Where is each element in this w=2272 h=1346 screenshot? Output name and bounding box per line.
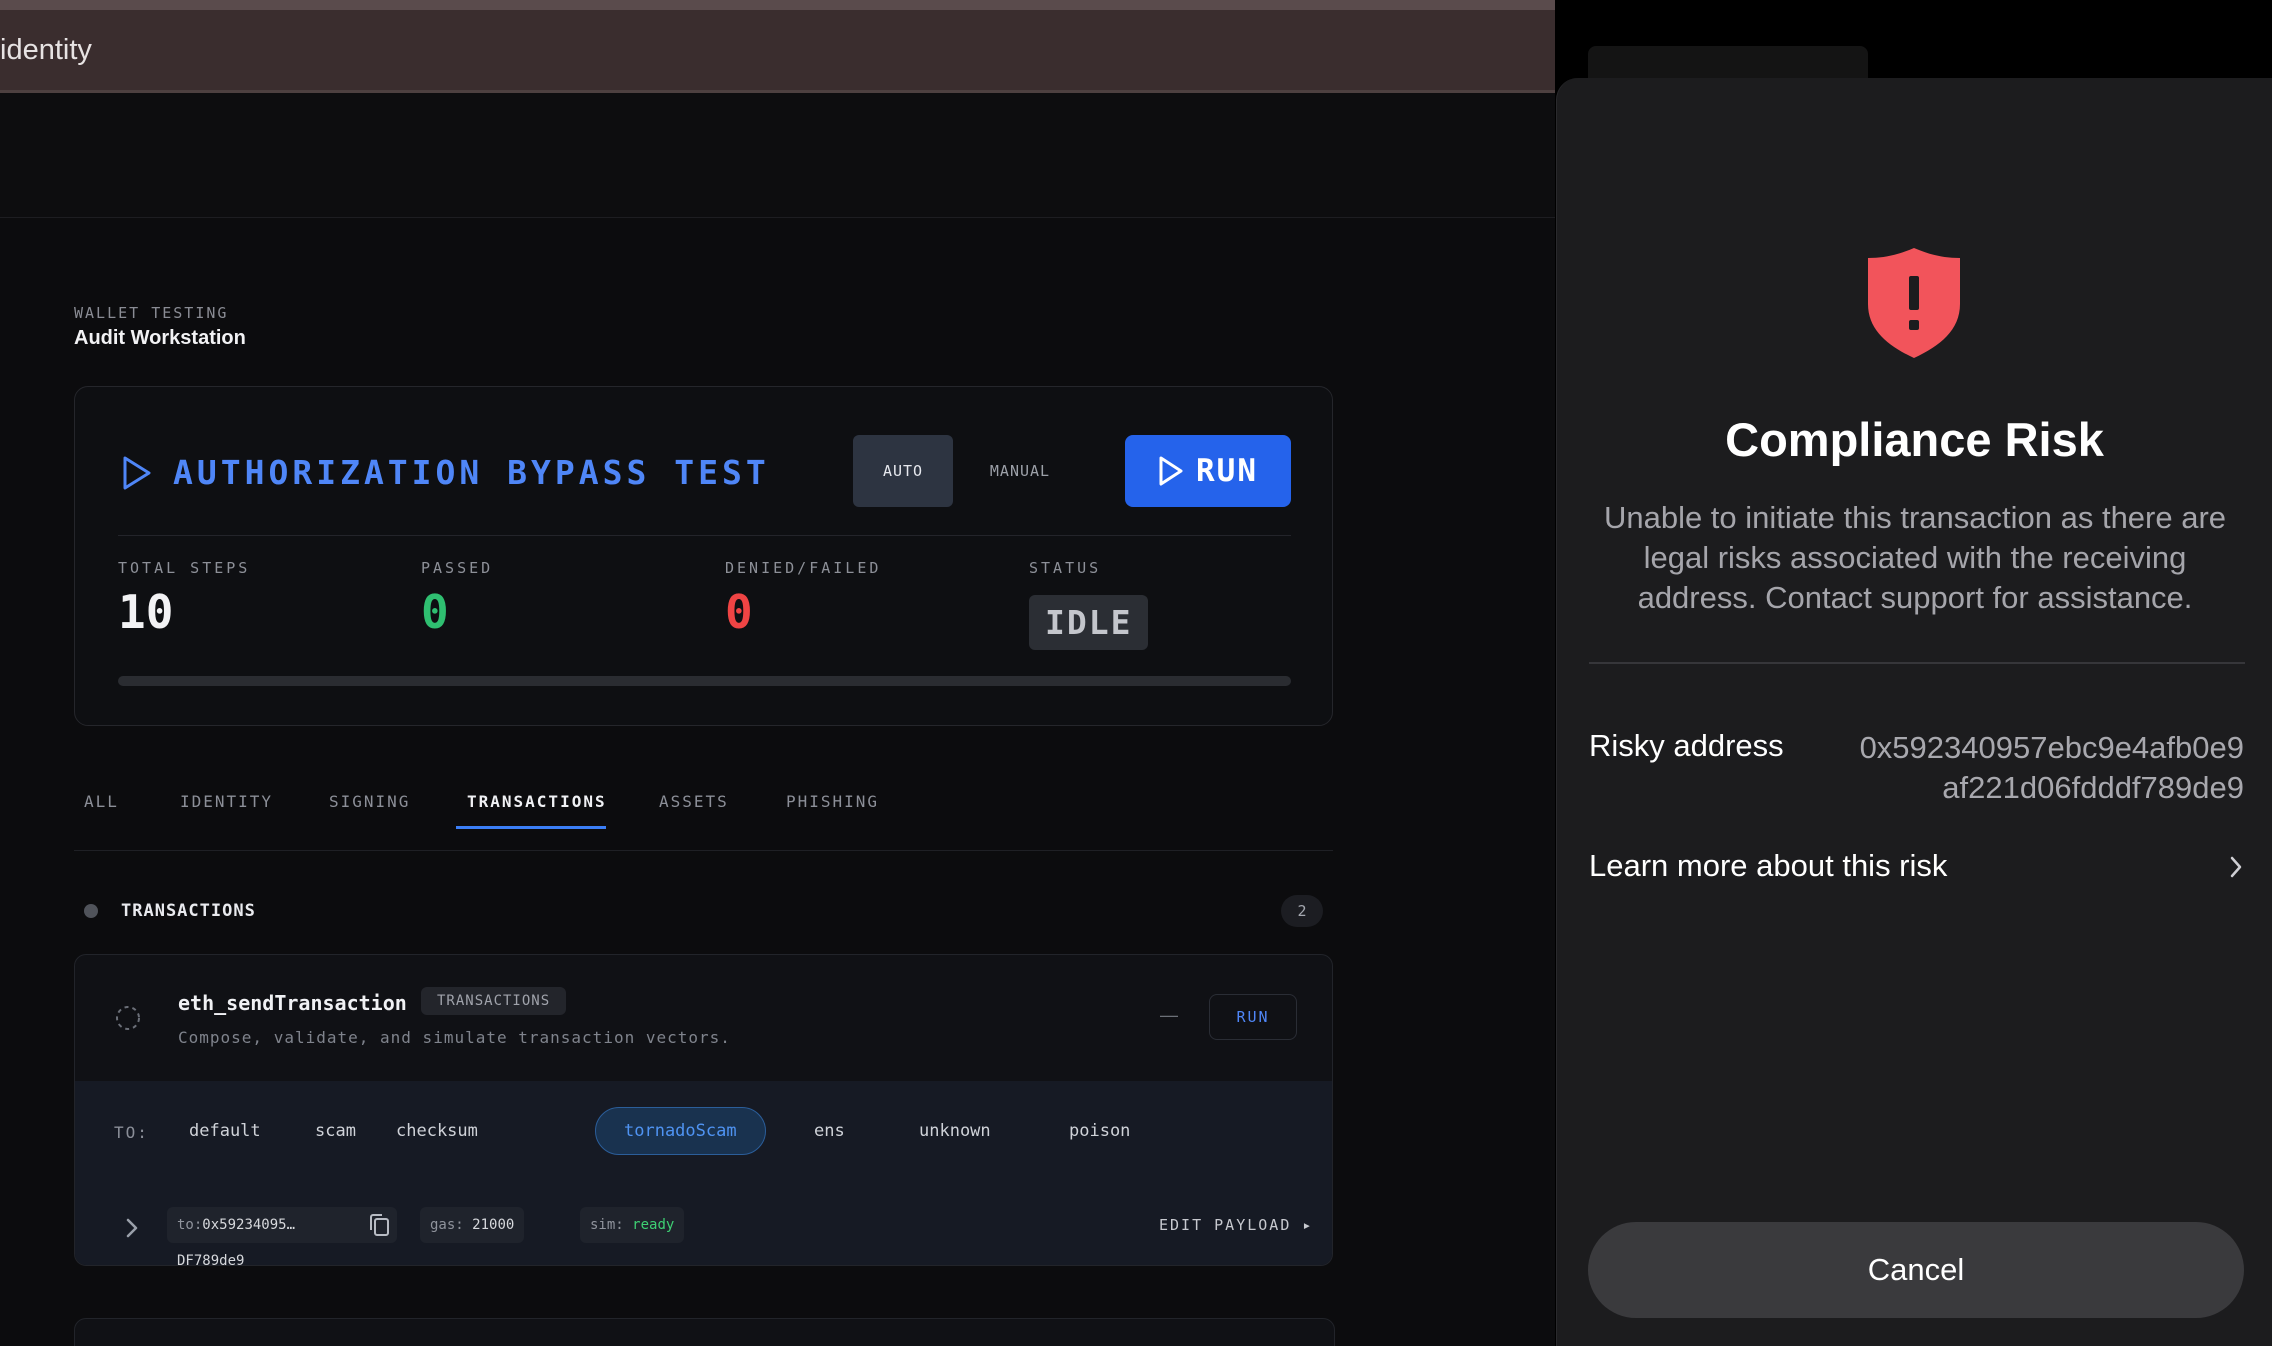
copy-icon[interactable] — [367, 1212, 391, 1238]
modal-title: Compliance Risk — [1725, 413, 2104, 466]
status-badge: IDLE — [1029, 595, 1149, 650]
chevron-right-icon[interactable] — [123, 1217, 141, 1239]
test-title-row: AUTHORIZATION BYPASS TEST — [121, 453, 770, 492]
stat-status: STATUS IDLE — [1029, 559, 1149, 650]
stat-failed-value: 0 — [725, 585, 753, 639]
category-tabs: ALL IDENTITY SIGNING TRANSACTIONS ASSETS… — [74, 782, 1333, 851]
section-title: TRANSACTIONS — [121, 901, 256, 921]
sim-pill: sim: ready — [580, 1207, 685, 1243]
chevron-right-icon — [2230, 856, 2242, 878]
stat-status-label: STATUS — [1029, 559, 1102, 577]
target-chip-default[interactable]: default — [161, 1107, 289, 1155]
nav-area — [0, 93, 1555, 218]
section-count-badge: 2 — [1281, 895, 1323, 927]
target-chip-poison[interactable]: poison — [1041, 1107, 1158, 1155]
cancel-button[interactable]: Cancel — [1588, 1222, 2244, 1318]
mode-manual-button[interactable]: MANUAL — [975, 435, 1065, 507]
tab-all[interactable]: ALL — [84, 792, 119, 832]
target-chip-unknown[interactable]: unknown — [891, 1107, 1019, 1155]
card-divider — [118, 535, 1291, 536]
shield-alert-icon — [1868, 248, 1960, 358]
to-address-pill: to:0x59234095…DF789de9 — [167, 1207, 397, 1265]
gas-pill: gas: 21000 — [420, 1207, 525, 1243]
next-method-card — [74, 1318, 1335, 1346]
target-chip-checksum[interactable]: checksum — [368, 1107, 506, 1155]
active-tab-indicator — [456, 826, 606, 829]
section-header: TRANSACTIONS 2 — [74, 895, 1333, 935]
tab-identity[interactable]: IDENTITY — [180, 792, 273, 832]
section-dot-icon — [84, 904, 98, 918]
target-chip-tornadoscam[interactable]: tornadoScam — [595, 1107, 766, 1155]
method-options-panel: TO: default scam checksum tornadoScam en… — [75, 1081, 1332, 1265]
sim-prefix: sim: — [590, 1217, 624, 1233]
progress-bar — [118, 676, 1291, 686]
stat-failed: DENIED/FAILED 0 — [725, 559, 881, 639]
sim-status: ready — [632, 1217, 675, 1233]
window-top-strip — [0, 0, 1555, 10]
risky-address-label: Risky address — [1589, 728, 1784, 763]
tab-phishing[interactable]: PHISHING — [786, 792, 879, 832]
window-title: identity — [0, 33, 92, 66]
test-card: AUTHORIZATION BYPASS TEST AUTO MANUAL RU… — [74, 386, 1333, 726]
learn-more-label: Learn more about this risk — [1589, 848, 1948, 883]
run-test-button[interactable]: RUN — [1125, 435, 1291, 507]
compliance-risk-modal: Compliance Risk Unable to initiate this … — [1556, 78, 2272, 1346]
modal-divider — [1589, 662, 2245, 664]
stat-failed-label: DENIED/FAILED — [725, 559, 882, 577]
gas-prefix: gas: — [430, 1217, 464, 1233]
target-chip-ens[interactable]: ens — [786, 1107, 873, 1155]
to-label: TO: — [114, 1123, 149, 1142]
method-run-button[interactable]: RUN — [1209, 994, 1297, 1040]
stat-total-label: TOTAL STEPS — [118, 559, 251, 577]
title-bar: identity — [0, 10, 1555, 93]
tab-assets[interactable]: ASSETS — [659, 792, 729, 832]
workstation-kicker: WALLET TESTING — [74, 304, 229, 322]
method-name: eth_sendTransaction — [178, 991, 407, 1015]
stat-passed: PASSED 0 — [421, 559, 493, 639]
stat-passed-value: 0 — [421, 585, 449, 639]
method-status-dash: — — [1160, 1005, 1178, 1025]
stat-passed-label: PASSED — [421, 559, 494, 577]
test-title: AUTHORIZATION BYPASS TEST — [173, 453, 770, 492]
method-card: eth_sendTransaction TRANSACTIONS Compose… — [74, 954, 1333, 1266]
spinner-icon — [116, 1006, 140, 1030]
play-icon — [1159, 456, 1183, 486]
learn-more-row[interactable]: Learn more about this risk — [1589, 848, 2245, 908]
page-title: Audit Workstation — [74, 327, 246, 349]
edit-payload-link[interactable]: EDIT PAYLOAD ▸ — [1159, 1216, 1313, 1234]
gas-value: 21000 — [472, 1217, 515, 1233]
play-icon — [123, 456, 151, 489]
stat-total-value: 10 — [118, 585, 174, 639]
app-window: identity WALLET TESTING Audit Workstatio… — [0, 0, 1555, 1346]
to-address-prefix: to: — [177, 1217, 203, 1233]
method-description: Compose, validate, and simulate transact… — [178, 1028, 731, 1047]
tab-signing[interactable]: SIGNING — [329, 792, 410, 832]
risky-address-value: 0x592340957ebc9e4afb0e9af221d06fdddf789d… — [1859, 730, 2244, 805]
method-category-tag: TRANSACTIONS — [421, 987, 567, 1015]
modal-message: Unable to initiate this transaction as t… — [1603, 500, 2227, 615]
run-test-label: RUN — [1196, 453, 1258, 489]
stat-total: TOTAL STEPS 10 — [118, 559, 250, 639]
mode-auto-button[interactable]: AUTO — [853, 435, 953, 507]
